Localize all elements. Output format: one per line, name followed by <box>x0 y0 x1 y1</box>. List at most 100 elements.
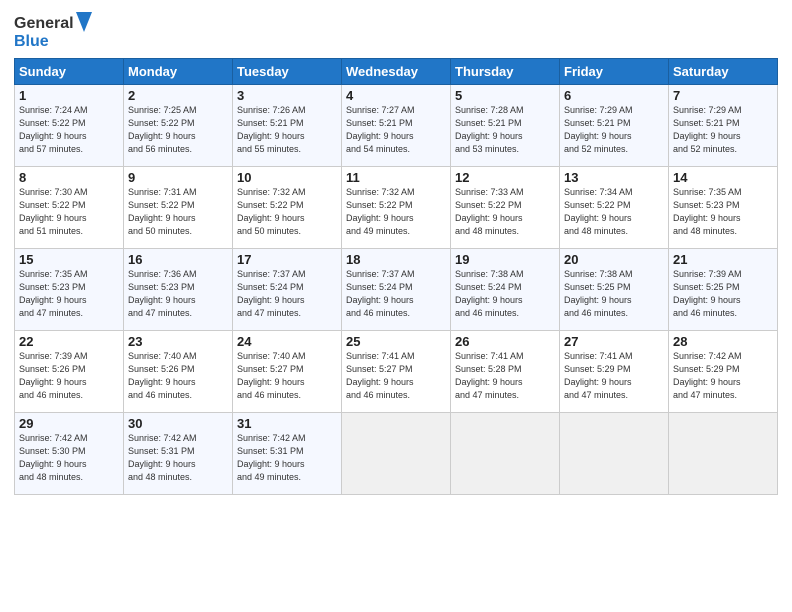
main-container: GeneralBlue SundayMondayTuesdayWednesday… <box>0 0 792 505</box>
cell-info: Sunrise: 7:42 AMSunset: 5:31 PMDaylight:… <box>237 432 337 484</box>
calendar-week-row: 8Sunrise: 7:30 AMSunset: 5:22 PMDaylight… <box>15 167 778 249</box>
calendar-week-row: 29Sunrise: 7:42 AMSunset: 5:30 PMDayligh… <box>15 413 778 495</box>
cell-info: Sunrise: 7:37 AMSunset: 5:24 PMDaylight:… <box>237 268 337 320</box>
day-number: 20 <box>564 252 664 267</box>
day-number: 22 <box>19 334 119 349</box>
calendar-table: SundayMondayTuesdayWednesdayThursdayFrid… <box>14 58 778 495</box>
weekday-header-monday: Monday <box>124 59 233 85</box>
calendar-cell: 17Sunrise: 7:37 AMSunset: 5:24 PMDayligh… <box>233 249 342 331</box>
calendar-cell: 4Sunrise: 7:27 AMSunset: 5:21 PMDaylight… <box>342 85 451 167</box>
day-number: 16 <box>128 252 228 267</box>
header: GeneralBlue <box>14 10 778 50</box>
cell-info: Sunrise: 7:24 AMSunset: 5:22 PMDaylight:… <box>19 104 119 156</box>
cell-info: Sunrise: 7:38 AMSunset: 5:25 PMDaylight:… <box>564 268 664 320</box>
calendar-cell: 30Sunrise: 7:42 AMSunset: 5:31 PMDayligh… <box>124 413 233 495</box>
calendar-cell: 23Sunrise: 7:40 AMSunset: 5:26 PMDayligh… <box>124 331 233 413</box>
calendar-cell: 13Sunrise: 7:34 AMSunset: 5:22 PMDayligh… <box>560 167 669 249</box>
cell-info: Sunrise: 7:40 AMSunset: 5:26 PMDaylight:… <box>128 350 228 402</box>
calendar-cell: 2Sunrise: 7:25 AMSunset: 5:22 PMDaylight… <box>124 85 233 167</box>
day-number: 12 <box>455 170 555 185</box>
weekday-header-tuesday: Tuesday <box>233 59 342 85</box>
cell-info: Sunrise: 7:27 AMSunset: 5:21 PMDaylight:… <box>346 104 446 156</box>
calendar-cell <box>342 413 451 495</box>
cell-info: Sunrise: 7:40 AMSunset: 5:27 PMDaylight:… <box>237 350 337 402</box>
calendar-cell: 19Sunrise: 7:38 AMSunset: 5:24 PMDayligh… <box>451 249 560 331</box>
calendar-cell: 22Sunrise: 7:39 AMSunset: 5:26 PMDayligh… <box>15 331 124 413</box>
day-number: 21 <box>673 252 773 267</box>
calendar-cell: 20Sunrise: 7:38 AMSunset: 5:25 PMDayligh… <box>560 249 669 331</box>
cell-info: Sunrise: 7:39 AMSunset: 5:25 PMDaylight:… <box>673 268 773 320</box>
weekday-header-row: SundayMondayTuesdayWednesdayThursdayFrid… <box>15 59 778 85</box>
calendar-week-row: 1Sunrise: 7:24 AMSunset: 5:22 PMDaylight… <box>15 85 778 167</box>
logo: GeneralBlue <box>14 10 94 50</box>
weekday-header-sunday: Sunday <box>15 59 124 85</box>
day-number: 17 <box>237 252 337 267</box>
cell-info: Sunrise: 7:42 AMSunset: 5:31 PMDaylight:… <box>128 432 228 484</box>
cell-info: Sunrise: 7:38 AMSunset: 5:24 PMDaylight:… <box>455 268 555 320</box>
cell-info: Sunrise: 7:36 AMSunset: 5:23 PMDaylight:… <box>128 268 228 320</box>
cell-info: Sunrise: 7:29 AMSunset: 5:21 PMDaylight:… <box>673 104 773 156</box>
cell-info: Sunrise: 7:42 AMSunset: 5:30 PMDaylight:… <box>19 432 119 484</box>
day-number: 27 <box>564 334 664 349</box>
calendar-cell: 28Sunrise: 7:42 AMSunset: 5:29 PMDayligh… <box>669 331 778 413</box>
day-number: 1 <box>19 88 119 103</box>
day-number: 29 <box>19 416 119 431</box>
day-number: 18 <box>346 252 446 267</box>
weekday-header-wednesday: Wednesday <box>342 59 451 85</box>
calendar-cell: 15Sunrise: 7:35 AMSunset: 5:23 PMDayligh… <box>15 249 124 331</box>
day-number: 8 <box>19 170 119 185</box>
day-number: 11 <box>346 170 446 185</box>
calendar-cell: 9Sunrise: 7:31 AMSunset: 5:22 PMDaylight… <box>124 167 233 249</box>
calendar-cell: 3Sunrise: 7:26 AMSunset: 5:21 PMDaylight… <box>233 85 342 167</box>
cell-info: Sunrise: 7:33 AMSunset: 5:22 PMDaylight:… <box>455 186 555 238</box>
calendar-cell <box>451 413 560 495</box>
cell-info: Sunrise: 7:41 AMSunset: 5:29 PMDaylight:… <box>564 350 664 402</box>
weekday-header-saturday: Saturday <box>669 59 778 85</box>
calendar-cell: 6Sunrise: 7:29 AMSunset: 5:21 PMDaylight… <box>560 85 669 167</box>
cell-info: Sunrise: 7:31 AMSunset: 5:22 PMDaylight:… <box>128 186 228 238</box>
day-number: 28 <box>673 334 773 349</box>
cell-info: Sunrise: 7:37 AMSunset: 5:24 PMDaylight:… <box>346 268 446 320</box>
calendar-cell <box>560 413 669 495</box>
day-number: 5 <box>455 88 555 103</box>
calendar-cell: 10Sunrise: 7:32 AMSunset: 5:22 PMDayligh… <box>233 167 342 249</box>
cell-info: Sunrise: 7:25 AMSunset: 5:22 PMDaylight:… <box>128 104 228 156</box>
calendar-cell: 24Sunrise: 7:40 AMSunset: 5:27 PMDayligh… <box>233 331 342 413</box>
cell-info: Sunrise: 7:41 AMSunset: 5:28 PMDaylight:… <box>455 350 555 402</box>
weekday-header-friday: Friday <box>560 59 669 85</box>
day-number: 15 <box>19 252 119 267</box>
weekday-header-thursday: Thursday <box>451 59 560 85</box>
svg-text:Blue: Blue <box>14 33 49 50</box>
calendar-cell: 31Sunrise: 7:42 AMSunset: 5:31 PMDayligh… <box>233 413 342 495</box>
day-number: 2 <box>128 88 228 103</box>
cell-info: Sunrise: 7:41 AMSunset: 5:27 PMDaylight:… <box>346 350 446 402</box>
calendar-cell: 14Sunrise: 7:35 AMSunset: 5:23 PMDayligh… <box>669 167 778 249</box>
cell-info: Sunrise: 7:29 AMSunset: 5:21 PMDaylight:… <box>564 104 664 156</box>
day-number: 3 <box>237 88 337 103</box>
calendar-cell: 16Sunrise: 7:36 AMSunset: 5:23 PMDayligh… <box>124 249 233 331</box>
cell-info: Sunrise: 7:39 AMSunset: 5:26 PMDaylight:… <box>19 350 119 402</box>
calendar-cell: 5Sunrise: 7:28 AMSunset: 5:21 PMDaylight… <box>451 85 560 167</box>
logo-icon: GeneralBlue <box>14 10 94 50</box>
calendar-cell: 7Sunrise: 7:29 AMSunset: 5:21 PMDaylight… <box>669 85 778 167</box>
day-number: 9 <box>128 170 228 185</box>
cell-info: Sunrise: 7:35 AMSunset: 5:23 PMDaylight:… <box>673 186 773 238</box>
calendar-week-row: 15Sunrise: 7:35 AMSunset: 5:23 PMDayligh… <box>15 249 778 331</box>
day-number: 24 <box>237 334 337 349</box>
calendar-cell: 21Sunrise: 7:39 AMSunset: 5:25 PMDayligh… <box>669 249 778 331</box>
cell-info: Sunrise: 7:32 AMSunset: 5:22 PMDaylight:… <box>346 186 446 238</box>
day-number: 30 <box>128 416 228 431</box>
calendar-cell: 18Sunrise: 7:37 AMSunset: 5:24 PMDayligh… <box>342 249 451 331</box>
calendar-cell: 1Sunrise: 7:24 AMSunset: 5:22 PMDaylight… <box>15 85 124 167</box>
calendar-cell: 11Sunrise: 7:32 AMSunset: 5:22 PMDayligh… <box>342 167 451 249</box>
day-number: 6 <box>564 88 664 103</box>
cell-info: Sunrise: 7:35 AMSunset: 5:23 PMDaylight:… <box>19 268 119 320</box>
day-number: 31 <box>237 416 337 431</box>
cell-info: Sunrise: 7:34 AMSunset: 5:22 PMDaylight:… <box>564 186 664 238</box>
calendar-week-row: 22Sunrise: 7:39 AMSunset: 5:26 PMDayligh… <box>15 331 778 413</box>
svg-text:General: General <box>14 15 74 32</box>
day-number: 25 <box>346 334 446 349</box>
calendar-cell: 26Sunrise: 7:41 AMSunset: 5:28 PMDayligh… <box>451 331 560 413</box>
cell-info: Sunrise: 7:28 AMSunset: 5:21 PMDaylight:… <box>455 104 555 156</box>
cell-info: Sunrise: 7:30 AMSunset: 5:22 PMDaylight:… <box>19 186 119 238</box>
